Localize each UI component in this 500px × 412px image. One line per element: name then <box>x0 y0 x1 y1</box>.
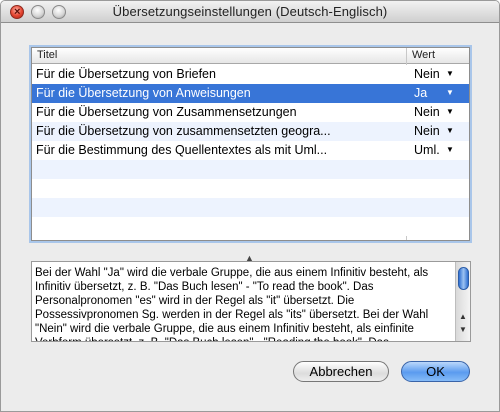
row-value-popup[interactable]: Nein <box>414 124 440 138</box>
settings-table[interactable]: Titel Wert Für die Übersetzung von Brief… <box>31 47 470 241</box>
table-row[interactable]: Für die Übersetzung von Anweisungen Ja ▼ <box>32 84 469 103</box>
scroll-up-arrow-icon[interactable]: ▲ <box>459 312 467 321</box>
row-title: Für die Bestimmung des Quellentextes als… <box>36 143 328 157</box>
triangle-down-icon[interactable]: ▼ <box>446 69 454 78</box>
vertical-scrollbar[interactable]: ▲ ▼ <box>455 262 470 341</box>
triangle-down-icon[interactable]: ▼ <box>446 145 454 154</box>
window-title: Übersetzungseinstellungen (Deutsch-Engli… <box>112 4 388 19</box>
row-value-popup[interactable]: Ja <box>414 86 427 100</box>
description-text-area[interactable]: Bei der Wahl "Ja" wird die verbale Grupp… <box>31 261 471 342</box>
triangle-down-icon[interactable]: ▼ <box>446 88 454 97</box>
table-row-empty <box>32 179 469 198</box>
row-value-popup[interactable]: Nein <box>414 105 440 119</box>
table-header: Titel Wert <box>32 48 469 64</box>
table-row-empty <box>32 217 469 236</box>
row-title: Für die Übersetzung von Anweisungen <box>36 86 251 100</box>
triangle-down-icon[interactable]: ▼ <box>446 126 454 135</box>
cancel-button[interactable]: Abbrechen <box>293 361 389 382</box>
title-bar[interactable]: × Übersetzungseinstellungen (Deutsch-Eng… <box>1 1 499 23</box>
scrollbar-thumb[interactable] <box>458 267 469 290</box>
column-header-value[interactable]: Wert <box>412 49 435 61</box>
table-row[interactable]: Für die Übersetzung von Briefen Nein ▼ <box>32 65 469 84</box>
row-title: Für die Übersetzung von zusammensetzten … <box>36 124 331 138</box>
row-title: Für die Übersetzung von Briefen <box>36 67 216 81</box>
column-header-title[interactable]: Titel <box>37 49 57 61</box>
table-row-empty <box>32 160 469 179</box>
triangle-down-icon[interactable]: ▼ <box>446 107 454 116</box>
scroll-down-arrow-icon[interactable]: ▼ <box>459 325 467 334</box>
table-row[interactable]: Für die Bestimmung des Quellentextes als… <box>32 141 469 160</box>
row-title: Für die Übersetzung von Zusammensetzunge… <box>36 105 297 119</box>
description-text: Bei der Wahl "Ja" wird die verbale Grupp… <box>35 267 429 341</box>
ok-button[interactable]: OK <box>401 361 470 382</box>
row-value-popup[interactable]: Uml. <box>414 143 440 157</box>
table-row[interactable]: Für die Übersetzung von zusammensetzten … <box>32 122 469 141</box>
table-row[interactable]: Für die Übersetzung von Zusammensetzunge… <box>32 103 469 122</box>
table-row-empty <box>32 198 469 217</box>
table-rows: Für die Übersetzung von Briefen Nein ▼ F… <box>32 65 469 236</box>
row-value-popup[interactable]: Nein <box>414 67 440 81</box>
dialog-window: × Übersetzungseinstellungen (Deutsch-Eng… <box>0 0 500 412</box>
